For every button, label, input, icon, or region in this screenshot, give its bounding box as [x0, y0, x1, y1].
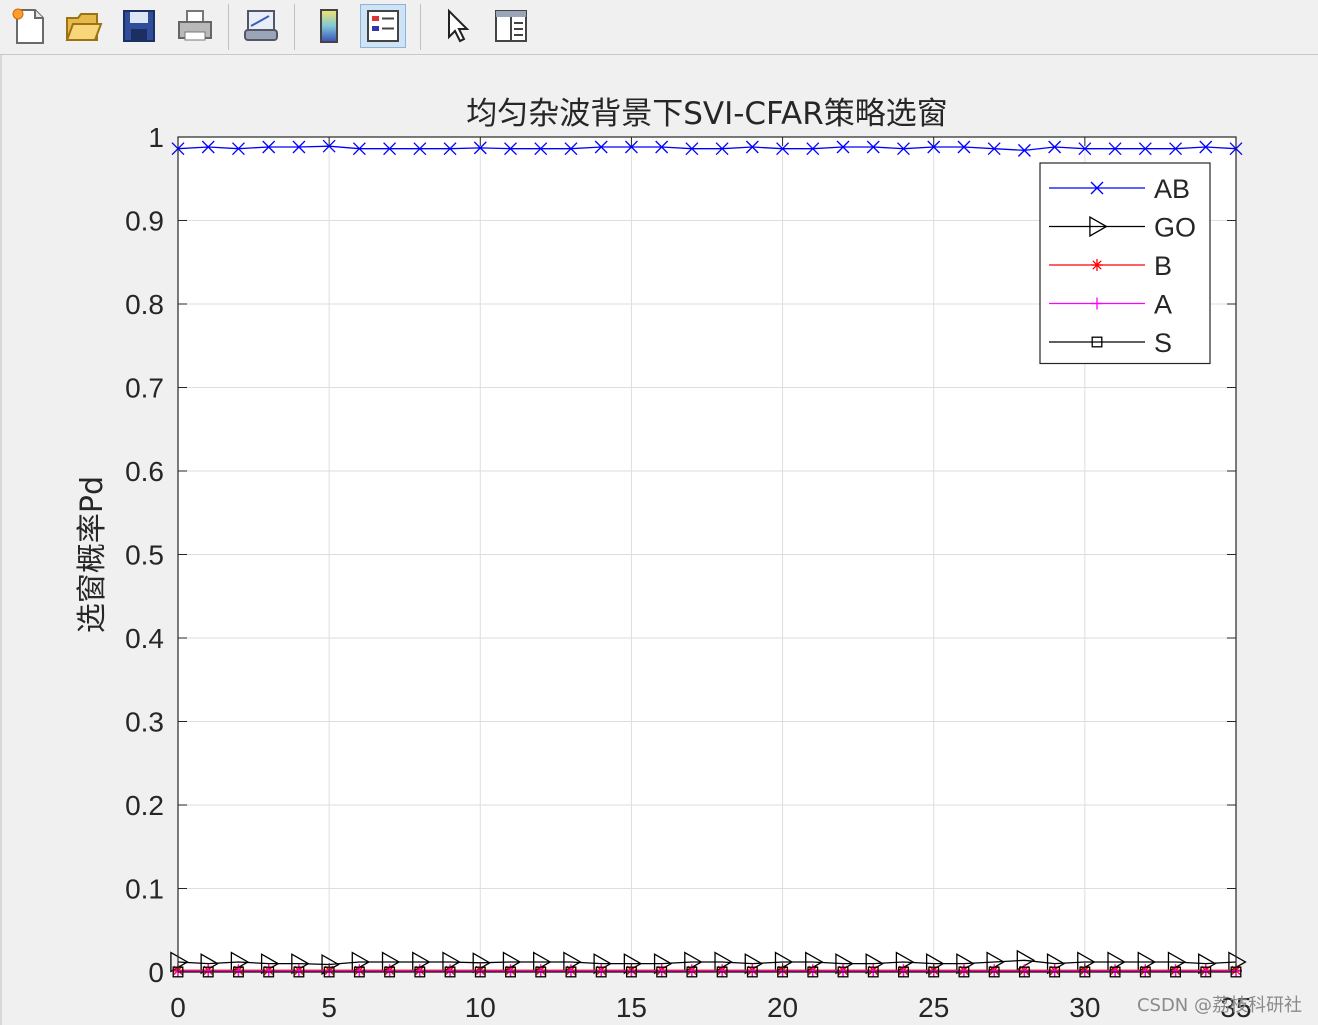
toolbar-separator: [294, 4, 295, 50]
print-icon: [178, 10, 212, 41]
y-tick-label: 1: [148, 122, 164, 153]
legend[interactable]: AB GO BAS: [1039, 162, 1211, 365]
property-editor-icon: [495, 10, 527, 42]
chart-title: 均匀杂波背景下SVI-CFAR策略选窗: [466, 96, 948, 132]
link-plot-icon: [244, 10, 278, 41]
y-tick-label: 0.2: [125, 790, 164, 821]
new-figure-button[interactable]: [6, 4, 52, 48]
chart-canvas: 0 5 10 15 20 25 30 3500.10.20.30.40.50.60.70.80…: [75, 96, 1252, 1023]
y-tick-label: 0.9: [125, 206, 164, 237]
y-tick-label: 0.4: [125, 623, 164, 654]
figure-toolbar: [0, 0, 1318, 55]
open-file-icon: [65, 13, 103, 41]
legend-button[interactable]: [360, 4, 406, 48]
x-tick-label: 0: [170, 992, 186, 1023]
watermark: CSDN @荔枝科研社: [1136, 995, 1302, 1016]
y-tick-label: 0.7: [125, 373, 164, 404]
property-editor-button[interactable]: [488, 4, 534, 48]
link-plot-button[interactable]: [238, 4, 284, 48]
y-tick-label: 0.8: [125, 289, 164, 320]
y-tick-label: 0.5: [125, 540, 164, 571]
x-tick-label: 20: [767, 992, 798, 1023]
y-axis-label: 选窗概率Pd: [75, 476, 110, 633]
y-tick-label: 0.6: [125, 456, 164, 487]
legend-label: S: [1154, 328, 1172, 358]
x-tick-label: 15: [616, 992, 647, 1023]
legend-label: A: [1154, 290, 1172, 320]
open-file-button[interactable]: [60, 4, 106, 48]
toolbar-separator: [228, 4, 229, 50]
save-icon: [123, 10, 155, 42]
colorbar-icon: [320, 9, 338, 43]
legend-label: AB: [1154, 174, 1190, 204]
select-pointer-button[interactable]: [434, 4, 480, 48]
x-tick-label: 10: [465, 992, 496, 1023]
legend-icon: [367, 10, 399, 42]
select-pointer-icon: [448, 8, 470, 43]
y-tick-label: 0.3: [125, 707, 164, 738]
save-button[interactable]: [116, 4, 162, 48]
y-tick-label: 0: [148, 957, 164, 988]
legend-label: GO: [1154, 213, 1196, 243]
x-tick-label: 30: [1069, 992, 1100, 1023]
print-button[interactable]: [172, 4, 218, 48]
x-tick-label: 5: [321, 992, 337, 1023]
y-tick-label: 0.1: [125, 874, 164, 905]
colorbar-button[interactable]: [306, 4, 352, 48]
x-tick-label: 25: [918, 992, 949, 1023]
legend-label: B: [1154, 251, 1172, 281]
new-figure-icon: [12, 8, 44, 44]
toolbar-separator: [420, 4, 421, 50]
